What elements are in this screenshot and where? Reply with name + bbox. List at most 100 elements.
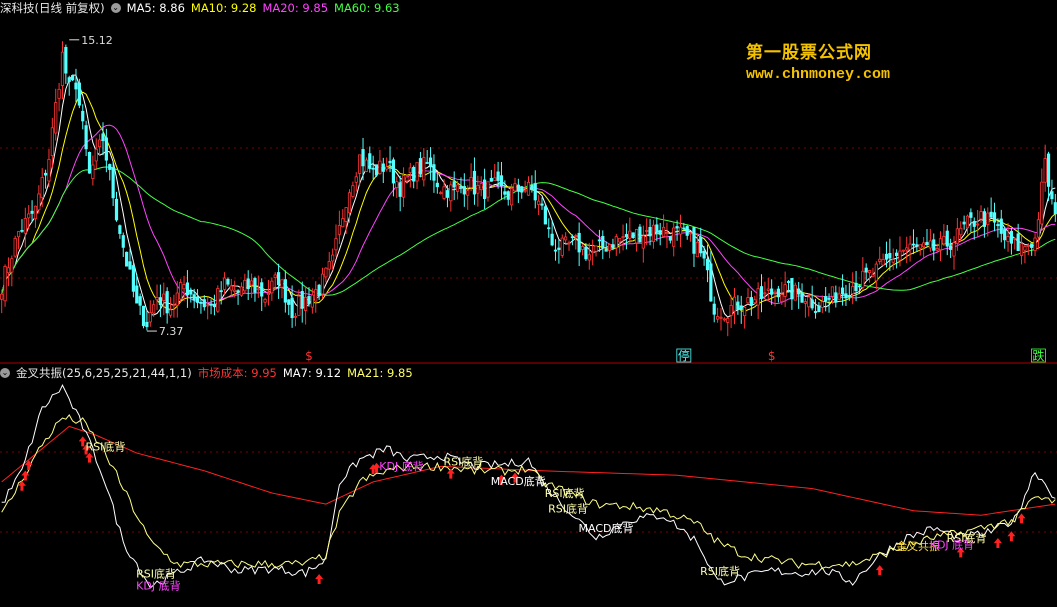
candle-body bbox=[932, 239, 936, 251]
candle-body bbox=[266, 293, 271, 296]
legend-ma5: MA5: 8.86 bbox=[126, 1, 185, 15]
candle-body bbox=[418, 158, 423, 175]
candle-body bbox=[40, 177, 44, 199]
candle-body bbox=[699, 236, 703, 254]
candle-body bbox=[131, 265, 135, 292]
candle-body bbox=[0, 293, 4, 300]
candle-body bbox=[455, 184, 460, 192]
candle-body bbox=[148, 312, 152, 323]
candle-body bbox=[114, 198, 119, 221]
candle-body bbox=[776, 288, 780, 298]
candle-body bbox=[516, 184, 520, 192]
candle-body bbox=[57, 88, 61, 99]
signal-label: RSI底背 bbox=[443, 454, 483, 468]
ma20-line bbox=[1, 124, 1056, 305]
main-title: 深科技(日线 前复权) bbox=[0, 1, 105, 15]
candle-body bbox=[628, 230, 632, 239]
candle-body bbox=[864, 267, 868, 273]
candle-body bbox=[54, 102, 58, 134]
candle-body bbox=[27, 213, 31, 219]
candle-body bbox=[81, 110, 85, 122]
settings-toggle-icon[interactable]: ⌄ bbox=[110, 3, 121, 13]
candle-body bbox=[607, 244, 612, 251]
candle-body bbox=[601, 235, 605, 248]
candle-body bbox=[249, 280, 254, 286]
candle-body bbox=[999, 218, 1003, 234]
candle-body bbox=[945, 230, 949, 247]
candle-body bbox=[334, 238, 338, 251]
candle-body bbox=[743, 306, 747, 317]
candle-body bbox=[489, 177, 493, 182]
candle-body bbox=[810, 299, 814, 309]
candle-body bbox=[67, 77, 71, 82]
candle-body bbox=[422, 157, 426, 181]
candle-body bbox=[888, 253, 892, 259]
candle-body bbox=[212, 303, 217, 308]
candle-body bbox=[195, 296, 200, 303]
price-annotation: 15.12 bbox=[81, 34, 113, 47]
candle-body bbox=[962, 221, 966, 225]
candle-body bbox=[331, 254, 335, 262]
candle-body bbox=[837, 293, 841, 300]
candle-body bbox=[87, 152, 92, 174]
candle-body bbox=[854, 282, 858, 292]
marker-label: 停 bbox=[678, 348, 690, 363]
candle-body bbox=[942, 236, 946, 245]
candle-body bbox=[834, 292, 838, 303]
candle-body bbox=[1013, 237, 1017, 240]
candle-body bbox=[550, 233, 554, 246]
legend-ma10: MA10: 9.28 bbox=[190, 1, 257, 15]
candle-body bbox=[314, 289, 318, 302]
candle-body bbox=[452, 181, 456, 188]
candle-body bbox=[803, 301, 808, 304]
candle-body bbox=[986, 212, 990, 226]
candle-body bbox=[597, 239, 602, 242]
candle-body bbox=[13, 238, 17, 257]
candle-body bbox=[753, 299, 757, 304]
candle-body bbox=[874, 263, 878, 282]
candle-body bbox=[439, 192, 443, 194]
candle-body bbox=[996, 224, 1000, 226]
candle-body bbox=[530, 184, 534, 191]
candle-body bbox=[564, 236, 568, 241]
buy-arrow bbox=[315, 574, 324, 585]
candle-body bbox=[678, 226, 683, 235]
signal-markers: $ 停 $ 跌 bbox=[305, 348, 1046, 363]
candle-body bbox=[661, 226, 666, 237]
candle-body bbox=[955, 228, 959, 244]
candle-body bbox=[655, 224, 659, 233]
candle-body bbox=[969, 212, 973, 218]
candle-body bbox=[709, 263, 713, 302]
candle-body bbox=[844, 293, 848, 299]
candle-body bbox=[283, 279, 287, 303]
candle-body bbox=[3, 266, 7, 302]
candle-body bbox=[476, 185, 480, 194]
buy-arrow bbox=[993, 537, 1002, 548]
candle-body bbox=[824, 296, 828, 302]
candle-body bbox=[830, 286, 835, 297]
candle-body bbox=[185, 282, 190, 296]
candle-body bbox=[479, 183, 483, 191]
candle-body bbox=[631, 232, 635, 239]
candle-body bbox=[469, 176, 473, 188]
candle-body bbox=[229, 285, 233, 291]
candle-body bbox=[226, 278, 230, 285]
candle-body bbox=[290, 297, 294, 319]
candle-body bbox=[449, 184, 453, 202]
candle-body bbox=[685, 226, 689, 236]
candle-body bbox=[425, 162, 429, 164]
candle-body bbox=[979, 211, 983, 220]
candle-body bbox=[30, 210, 34, 214]
candle-body bbox=[23, 218, 27, 234]
candle-body bbox=[547, 227, 551, 230]
candle-body bbox=[881, 259, 885, 266]
candle-body bbox=[138, 296, 142, 306]
legend-cost: 市场成本: 9.95 bbox=[197, 366, 277, 380]
candle-body bbox=[1006, 236, 1010, 242]
signal-label: RSI底背 bbox=[85, 440, 125, 454]
candle-body bbox=[202, 299, 206, 308]
buy-arrow bbox=[875, 565, 884, 576]
settings-toggle-icon[interactable]: ⌄ bbox=[0, 368, 10, 378]
candle-body bbox=[327, 261, 331, 270]
candle-body bbox=[277, 272, 281, 286]
